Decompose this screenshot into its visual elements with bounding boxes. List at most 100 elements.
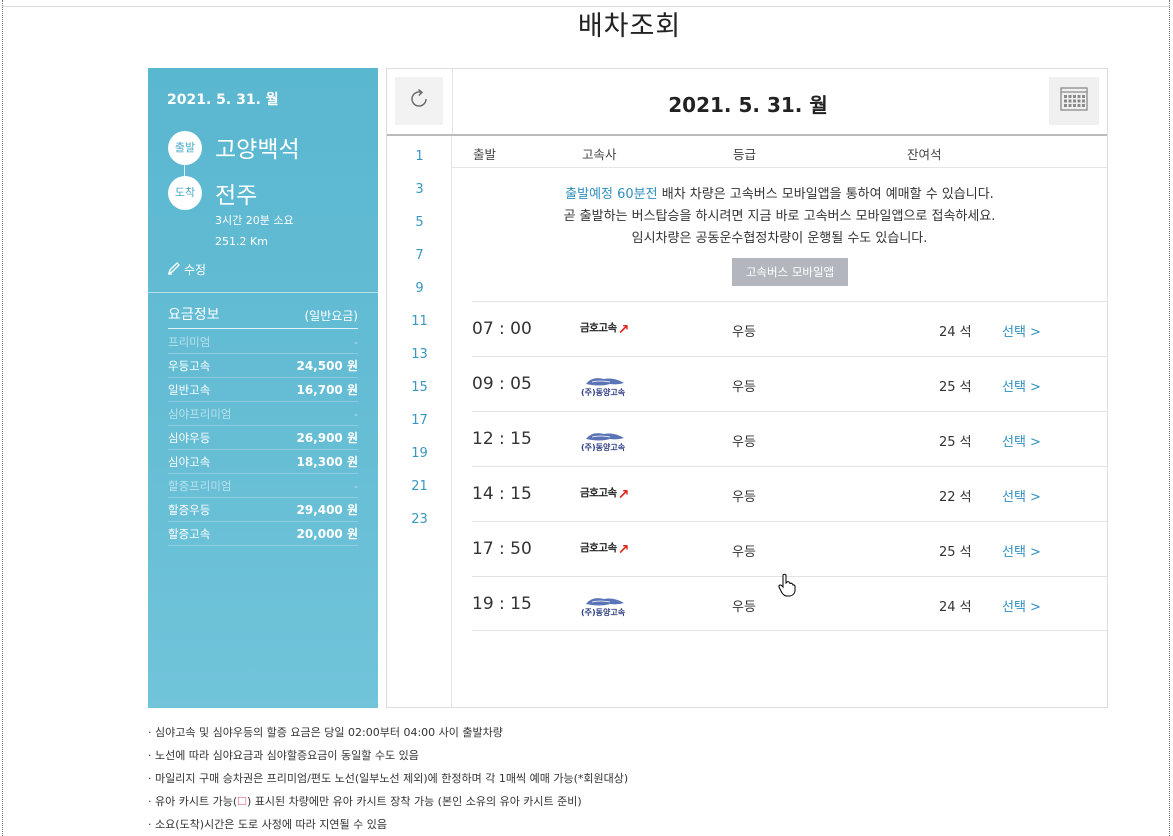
fare-value: 24,500 원: [296, 359, 358, 373]
edit-route-label: 수정: [184, 263, 207, 277]
trip-duration: 3시간 20분 소요: [215, 214, 294, 227]
select-bus-button[interactable]: 선택 >: [1002, 321, 1041, 340]
bus-row: 07 : 00 금호고속 ↗ 우등 24 석 선택 >: [472, 301, 1107, 356]
hour-filter-19[interactable]: 19: [387, 446, 452, 461]
select-bus-button[interactable]: 선택 >: [1002, 541, 1041, 560]
refresh-button[interactable]: [395, 77, 443, 125]
carrier-name: 금호고속: [580, 322, 617, 334]
departure-time: 09 : 05: [472, 374, 532, 394]
mobile-app-button[interactable]: 고속버스 모바일앱: [732, 258, 848, 286]
remaining-seats: 25 석: [939, 435, 972, 450]
hour-filter-13[interactable]: 13: [387, 347, 452, 362]
hour-filter-17[interactable]: 17: [387, 413, 452, 428]
carrier-logo-dongyang: (주)동양고속: [580, 595, 636, 621]
fare-row: 심야우등 26,900 원: [168, 426, 358, 450]
page-title: 배차조회: [577, 11, 682, 42]
hand-cursor-icon: [778, 573, 796, 601]
fare-label: 할증프리미엄: [168, 478, 232, 493]
fare-row: 심야프리미엄 -: [168, 402, 358, 426]
column-header-seats: 잔여석: [907, 147, 942, 162]
schedule-date: 2021. 5. 31. 월: [668, 93, 828, 117]
pencil-icon: [167, 261, 181, 278]
bus-row: 09 : 05 (주)동양고속 우등 25 석 선택 >: [472, 356, 1107, 411]
hour-filter-9[interactable]: 9: [387, 281, 452, 296]
mobile-app-notice: 출발예정 60분전 배차 차량은 고속버스 모바일앱을 통하여 예매할 수 있습…: [452, 184, 1107, 250]
remaining-seats: 22 석: [939, 490, 972, 505]
arrival-terminal: 전주: [215, 183, 258, 209]
hour-filter-11[interactable]: 11: [387, 314, 452, 329]
footnote-3: · 마일리지 구매 승차권은 프리미엄/편도 노선(일부노선 제외)에 한정하며…: [148, 772, 629, 785]
departure-terminal: 고양백석: [215, 137, 300, 163]
fare-row: 심야고속 18,300 원: [168, 450, 358, 474]
fare-value: 18,300 원: [296, 455, 358, 469]
select-bus-button[interactable]: 선택 >: [1002, 431, 1041, 450]
fare-label: 심야우등: [168, 430, 211, 445]
notice-line-2: 곧 출발하는 버스탑승을 하시려면 지금 바로 고속버스 모바일앱으로 접속하세…: [563, 209, 996, 224]
select-bus-button[interactable]: 선택 >: [1002, 486, 1041, 505]
bus-row: 17 : 50 금호고속 ↗ 우등 25 석 선택 >: [472, 521, 1107, 576]
departure-time: 19 : 15: [472, 594, 532, 614]
fare-value: 29,400 원: [296, 503, 358, 517]
fare-value: 20,000 원: [296, 527, 358, 541]
fare-row: 할증고속 20,000 원: [168, 522, 358, 546]
hour-filter-23[interactable]: 23: [387, 512, 452, 527]
fare-value: -: [353, 334, 358, 349]
fare-label: 프리미엄: [168, 334, 211, 349]
carrier-logo-kumho: 금호고속 ↗: [580, 320, 629, 337]
fare-value: -: [353, 478, 358, 493]
hour-filter-3[interactable]: 3: [387, 182, 452, 197]
fare-header: 요금정보 (일반요금): [168, 304, 358, 329]
fare-label: 심야프리미엄: [168, 406, 232, 421]
hour-filter-column: 1 3 5 7 9 11 13 15 17 19 21 23: [387, 136, 452, 708]
header-underline: [387, 134, 1107, 136]
hour-filter-5[interactable]: 5: [387, 215, 452, 230]
fare-label: 할증우등: [168, 502, 211, 517]
bus-grade: 우등: [732, 435, 756, 450]
trip-distance: 251.2 Km: [215, 235, 268, 248]
hour-filter-7[interactable]: 7: [387, 248, 452, 263]
departure-time: 12 : 15: [472, 429, 532, 449]
fare-row: 우등고속 24,500 원: [168, 354, 358, 378]
schedule-panel: 2021. 5. 31. 월 1 3 5 7 9 11 13 15 17 19 …: [386, 68, 1108, 708]
car-seat-icon: ☐: [237, 795, 247, 808]
hour-filter-21[interactable]: 21: [387, 479, 452, 494]
column-header-departure: 출발: [473, 147, 497, 162]
fare-label: 우등고속: [168, 358, 211, 373]
summary-divider: [148, 292, 378, 293]
departure-time: 14 : 15: [472, 484, 532, 504]
carrier-name: 금호고속: [580, 542, 617, 554]
fare-row: 프리미엄 -: [168, 330, 358, 354]
fare-value: 16,700 원: [296, 383, 358, 397]
footnote-1: · 심야고속 및 심야우등의 할증 요금은 당일 02:00부터 04:00 사…: [148, 726, 503, 739]
footnote-4-end: ) 표시된 차량에만 유아 카시트 장착 가능 (본인 소유의 유아 카시트 준…: [247, 795, 582, 808]
bus-grade: 우등: [732, 490, 756, 505]
calendar-button[interactable]: [1049, 77, 1099, 125]
notice-line-1: 출발예정 60분전 배차 차량은 고속버스 모바일앱을 통하여 예매할 수 있습…: [452, 184, 1107, 206]
bus-grade: 우등: [732, 545, 756, 560]
column-header-underline: [452, 167, 1107, 168]
footnote-2: · 노선에 따라 심야요금과 심야할증요금이 동일할 수도 있음: [148, 749, 419, 762]
kumho-mark-icon: ↗: [617, 542, 630, 558]
edit-route-button[interactable]: 수정: [167, 261, 206, 278]
select-bus-button[interactable]: 선택 >: [1002, 596, 1041, 615]
departure-badge: 출발: [168, 131, 202, 165]
footnote-4-start: · 유아 카시트 가능(: [148, 795, 238, 808]
fare-subtitle: (일반요금): [304, 309, 358, 323]
bus-grade: 우등: [732, 325, 756, 340]
fare-label: 할증고속: [168, 526, 211, 541]
kumho-mark-icon: ↗: [617, 487, 630, 503]
remaining-seats: 24 석: [939, 325, 972, 340]
bus-grade: 우등: [732, 600, 756, 615]
fare-value: 26,900 원: [296, 431, 358, 445]
fare-list: 프리미엄 - 우등고속 24,500 원 일반고속 16,700 원 심야프리미엄 - …: [168, 330, 358, 546]
select-bus-button[interactable]: 선택 >: [1002, 376, 1041, 395]
carrier-logo-kumho: 금호고속 ↗: [580, 485, 630, 503]
hour-filter-15[interactable]: 15: [387, 380, 452, 395]
fare-label: 일반고속: [168, 382, 211, 397]
bus-row: 12 : 15 (주)동양고속 우등 25 석 선택 >: [472, 411, 1107, 466]
remaining-seats: 25 석: [939, 380, 972, 395]
notice-line-3: 임시차량은 공동운수협정차량이 운행될 수도 있습니다.: [631, 231, 928, 246]
hour-filter-1[interactable]: 1: [387, 149, 452, 164]
fare-row: 할증프리미엄 -: [168, 474, 358, 498]
remaining-seats: 24 석: [939, 600, 972, 615]
